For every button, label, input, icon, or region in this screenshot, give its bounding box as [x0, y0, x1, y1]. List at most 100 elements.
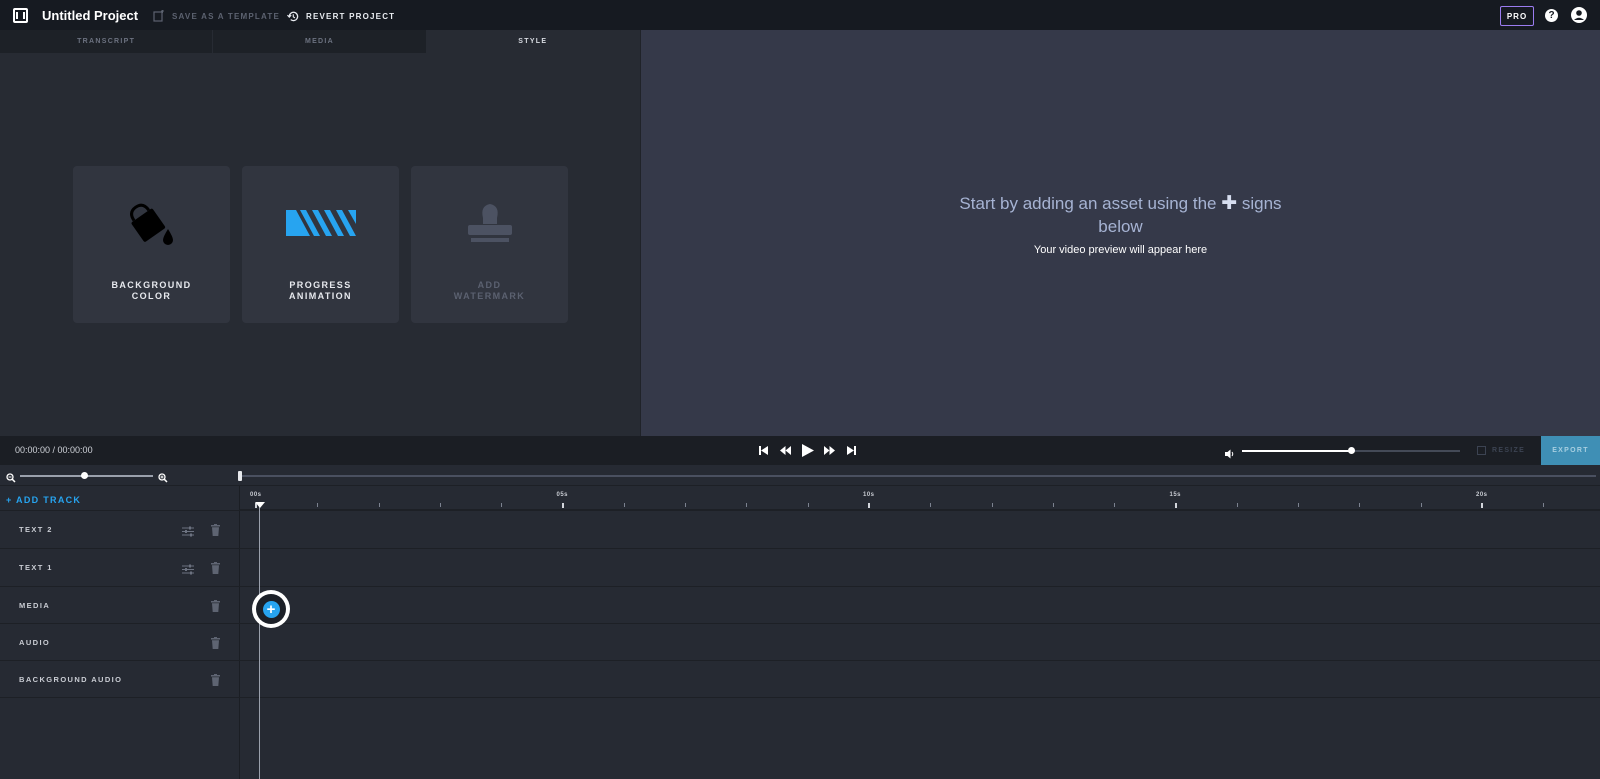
lane-background-audio[interactable] [240, 660, 1600, 698]
ruler-minor-tick [807, 503, 809, 507]
project-title[interactable]: Untitled Project [42, 8, 138, 23]
ruler-minor-tick [1543, 503, 1545, 507]
timeline-scroll-handle[interactable] [238, 471, 242, 481]
ruler-minor-tick [685, 503, 687, 507]
track-name: TEXT 2 [19, 525, 53, 534]
ruler-major-tick [868, 503, 870, 508]
add-media-ring: + [256, 594, 286, 624]
add-watermark-card[interactable]: ADD WATERMARK [411, 166, 568, 323]
ruler-minor-tick [930, 503, 932, 507]
app-logo-icon[interactable] [13, 8, 28, 23]
timecode: 00:00:00 / 00:00:00 [15, 445, 93, 455]
ruler-minor-tick [991, 503, 993, 507]
lane-filler [240, 697, 1600, 779]
style-cards: BACKGROUND COLOR PROGRESS ANIMATION ADD … [73, 166, 568, 323]
track-name: TEXT 1 [19, 563, 53, 572]
plus-icon: ✚ [1221, 193, 1238, 214]
skip-to-start-icon[interactable] [757, 444, 770, 457]
track-row-background-audio[interactable]: BACKGROUND AUDIO [0, 660, 240, 698]
trash-icon[interactable] [211, 636, 220, 649]
lane-text-2[interactable] [240, 510, 1600, 548]
history-icon [287, 10, 299, 22]
track-settings-icon[interactable] [182, 524, 194, 537]
revert-project-label: REVERT PROJECT [306, 11, 396, 21]
volume-icon[interactable] [1225, 446, 1235, 459]
lane-audio[interactable] [240, 623, 1600, 661]
zoom-out-icon[interactable] [6, 470, 16, 483]
resize-button[interactable]: RESIZE [1477, 446, 1525, 455]
pro-badge[interactable]: PRO [1500, 6, 1534, 26]
ruler-minor-tick [501, 503, 503, 507]
playhead-handle[interactable] [255, 502, 265, 508]
ruler-minor-tick [1359, 503, 1361, 507]
timeline-scrollbar[interactable] [238, 471, 1596, 481]
track-list: + ADD TRACK TEXT 2 TEXT 1 MEDIA AUDIO BA… [0, 486, 240, 779]
track-name: AUDIO [19, 638, 51, 647]
zoom-row [0, 465, 1600, 486]
transport-controls [757, 444, 858, 457]
help-icon[interactable]: ? [1545, 9, 1558, 22]
paint-bucket-icon [73, 198, 230, 248]
ruler-minor-tick [317, 503, 319, 507]
track-name: MEDIA [19, 601, 51, 610]
tab-transcript[interactable]: TRANSCRIPT [0, 30, 214, 53]
preview-instruction-line2: below [1098, 217, 1143, 236]
trash-icon[interactable] [211, 561, 220, 574]
trash-icon[interactable] [211, 673, 220, 686]
rewind-icon[interactable] [779, 444, 792, 457]
ruler-major-tick [1481, 503, 1483, 508]
add-watermark-label: ADD WATERMARK [453, 280, 526, 301]
style-panel: TRANSCRIPT MEDIA STYLE BACKGROUND COLOR [0, 30, 640, 436]
progress-animation-card[interactable]: PROGRESS ANIMATION [242, 166, 399, 323]
save-template-icon [153, 10, 165, 22]
lane-media[interactable] [240, 586, 1600, 624]
track-row-text-1[interactable]: TEXT 1 [0, 548, 240, 586]
zoom-in-icon[interactable] [158, 470, 168, 483]
ruler-minor-tick [378, 503, 380, 507]
track-row-media[interactable]: MEDIA [0, 586, 240, 624]
skip-to-end-icon[interactable] [845, 444, 858, 457]
preview-empty-message: Start by adding an asset using the ✚ sig… [641, 192, 1600, 256]
preview-instruction-text: Start by adding an asset using the [959, 194, 1217, 213]
track-row-text-2[interactable]: TEXT 2 [0, 510, 240, 548]
save-as-template-label: SAVE AS A TEMPLATE [172, 11, 280, 21]
zoom-slider[interactable] [20, 472, 153, 479]
trash-icon[interactable] [211, 599, 220, 612]
add-track-button[interactable]: + ADD TRACK [6, 495, 81, 505]
tab-media[interactable]: MEDIA [213, 30, 427, 53]
ruler-label: 20s [1476, 492, 1488, 498]
video-preview: Start by adding an asset using the ✚ sig… [640, 30, 1600, 436]
background-color-card[interactable]: BACKGROUND COLOR [73, 166, 230, 323]
ruler-minor-tick [1236, 503, 1238, 507]
ruler-minor-tick [746, 503, 748, 507]
preview-instruction: Start by adding an asset using the ✚ sig… [641, 192, 1600, 215]
add-media-button[interactable]: + [252, 590, 290, 628]
plus-icon: + [262, 600, 280, 618]
tab-style[interactable]: STYLE [426, 30, 640, 53]
track-row-audio[interactable]: AUDIO [0, 623, 240, 661]
export-button[interactable]: EXPORT [1541, 436, 1600, 465]
zoom-thumb[interactable] [80, 472, 88, 479]
playhead[interactable] [259, 504, 260, 779]
revert-project-button[interactable]: REVERT PROJECT [287, 10, 395, 22]
ruler-major-tick [561, 503, 564, 508]
play-icon[interactable] [801, 444, 814, 457]
panel-tabs: TRANSCRIPT MEDIA STYLE [0, 30, 640, 53]
progress-bar-icon [242, 198, 399, 248]
timeline-ruler[interactable]: 00s 05s 10s 15s 20s [240, 486, 1600, 510]
fast-forward-icon[interactable] [823, 444, 836, 457]
lane-text-1[interactable] [240, 548, 1600, 586]
user-account-icon[interactable] [1571, 7, 1587, 23]
volume-slider[interactable] [1242, 447, 1460, 454]
volume-fill [1242, 450, 1351, 452]
track-list-filler [0, 697, 240, 779]
timeline[interactable]: 00s 05s 10s 15s 20s + [240, 486, 1600, 779]
volume-thumb[interactable] [1348, 447, 1355, 454]
track-settings-icon[interactable] [182, 562, 194, 575]
ruler-minor-tick [1420, 503, 1422, 507]
preview-instruction-text-end: signs [1241, 194, 1282, 213]
top-bar: Untitled Project SAVE AS A TEMPLATE REVE… [0, 0, 1600, 30]
save-as-template-button[interactable]: SAVE AS A TEMPLATE [153, 10, 280, 22]
trash-icon[interactable] [211, 523, 220, 536]
preview-subtitle: Your video preview will appear here [1033, 244, 1208, 256]
